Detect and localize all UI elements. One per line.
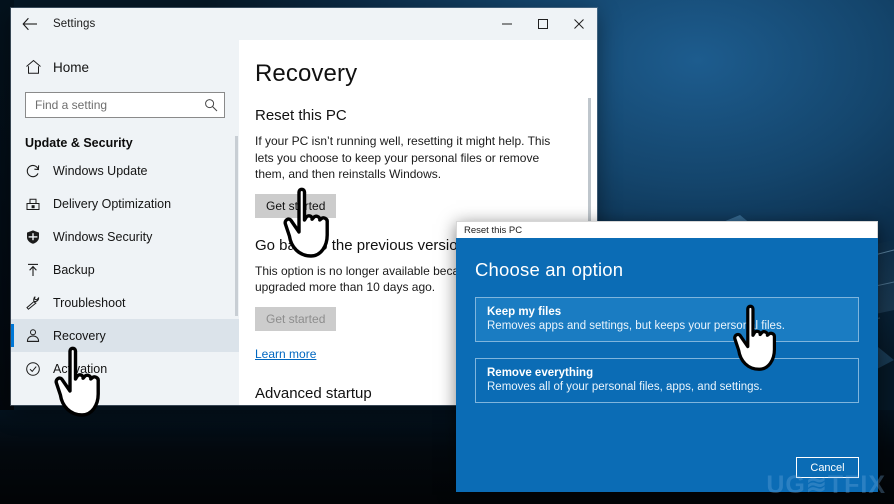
sidebar-item-troubleshoot-label: Troubleshoot (53, 295, 126, 310)
home-icon (25, 59, 53, 75)
maximize-icon (538, 19, 548, 29)
sidebar-item-windows-security[interactable]: Windows Security (11, 220, 239, 253)
option-keep-my-files-title: Keep my files (487, 306, 562, 318)
sidebar-item-delivery-optimization-label: Delivery Optimization (53, 196, 172, 211)
watermark-middle: ≋ (805, 471, 828, 499)
back-arrow-icon (22, 17, 37, 31)
option-remove-everything[interactable]: Remove everything Removes all of your pe… (475, 358, 859, 403)
option-remove-everything-desc: Removes all of your personal files, apps… (487, 381, 763, 393)
sidebar-item-activation[interactable]: Activation (11, 352, 239, 385)
refresh-icon (25, 163, 53, 179)
section-body-reset-this-pc: If your PC isn’t running well, resetting… (255, 134, 551, 181)
window-controls (489, 8, 597, 40)
sidebar-item-recovery[interactable]: Recovery (11, 319, 239, 352)
check-circle-icon (25, 361, 53, 377)
sidebar-item-delivery-optimization[interactable]: Delivery Optimization (11, 187, 239, 220)
learn-more-link[interactable]: Learn more (255, 347, 316, 361)
settings-window-title: Settings (53, 18, 96, 30)
search-icon (204, 98, 218, 112)
minimize-icon (502, 23, 512, 25)
screen: Settings Home Find a setting Update & Se… (0, 0, 894, 504)
sidebar-section-header: Update & Security (25, 136, 133, 150)
dialog-titlebar: Reset this PC (456, 221, 878, 238)
settings-sidebar: Home Find a setting Update & Security Wi… (11, 40, 239, 405)
dialog-heading: Choose an option (475, 259, 624, 280)
minimize-button[interactable] (489, 8, 525, 40)
sidebar-item-windows-update[interactable]: Windows Update (11, 154, 239, 187)
close-icon (574, 19, 584, 29)
recovery-icon (25, 328, 53, 344)
close-button[interactable] (561, 8, 597, 40)
upload-icon (25, 262, 53, 278)
maximize-button[interactable] (525, 8, 561, 40)
search-input[interactable]: Find a setting (35, 98, 204, 112)
sidebar-item-backup-label: Backup (53, 262, 95, 277)
wrench-icon (25, 295, 53, 311)
sidebar-item-troubleshoot[interactable]: Troubleshoot (11, 286, 239, 319)
sidebar-scrollbar[interactable] (235, 136, 238, 316)
page-title: Recovery (255, 60, 358, 87)
section-heading-reset-this-pc: Reset this PC (255, 107, 347, 124)
sidebar-item-recovery-label: Recovery (53, 328, 106, 343)
sidebar-item-home[interactable]: Home (11, 50, 239, 84)
go-back-get-started-button: Get started (255, 306, 337, 331)
delivery-icon (25, 196, 53, 212)
option-keep-my-files[interactable]: Keep my files Removes apps and settings,… (475, 297, 859, 342)
watermark: UG ≋ TFIX (766, 470, 886, 500)
watermark-left: UG (766, 471, 806, 499)
shield-icon (25, 229, 53, 245)
search-box[interactable]: Find a setting (25, 92, 225, 118)
watermark-right: TFIX (827, 471, 886, 499)
settings-titlebar: Settings (11, 8, 597, 40)
sidebar-item-home-label: Home (53, 59, 90, 75)
sidebar-item-windows-security-label: Windows Security (53, 229, 153, 244)
reset-get-started-button[interactable]: Get started (255, 193, 337, 218)
sidebar-item-activation-label: Activation (53, 361, 108, 376)
back-button[interactable] (11, 8, 49, 40)
sidebar-item-backup[interactable]: Backup (11, 253, 239, 286)
option-keep-my-files-desc: Removes apps and settings, but keeps you… (487, 320, 785, 332)
dialog-title: Reset this PC (464, 224, 523, 236)
sidebar-item-windows-update-label: Windows Update (53, 163, 148, 178)
option-remove-everything-title: Remove everything (487, 367, 594, 379)
dialog-body: Choose an option Keep my files Removes a… (456, 238, 878, 492)
reset-this-pc-dialog: Reset this PC Choose an option Keep my f… (456, 221, 878, 492)
